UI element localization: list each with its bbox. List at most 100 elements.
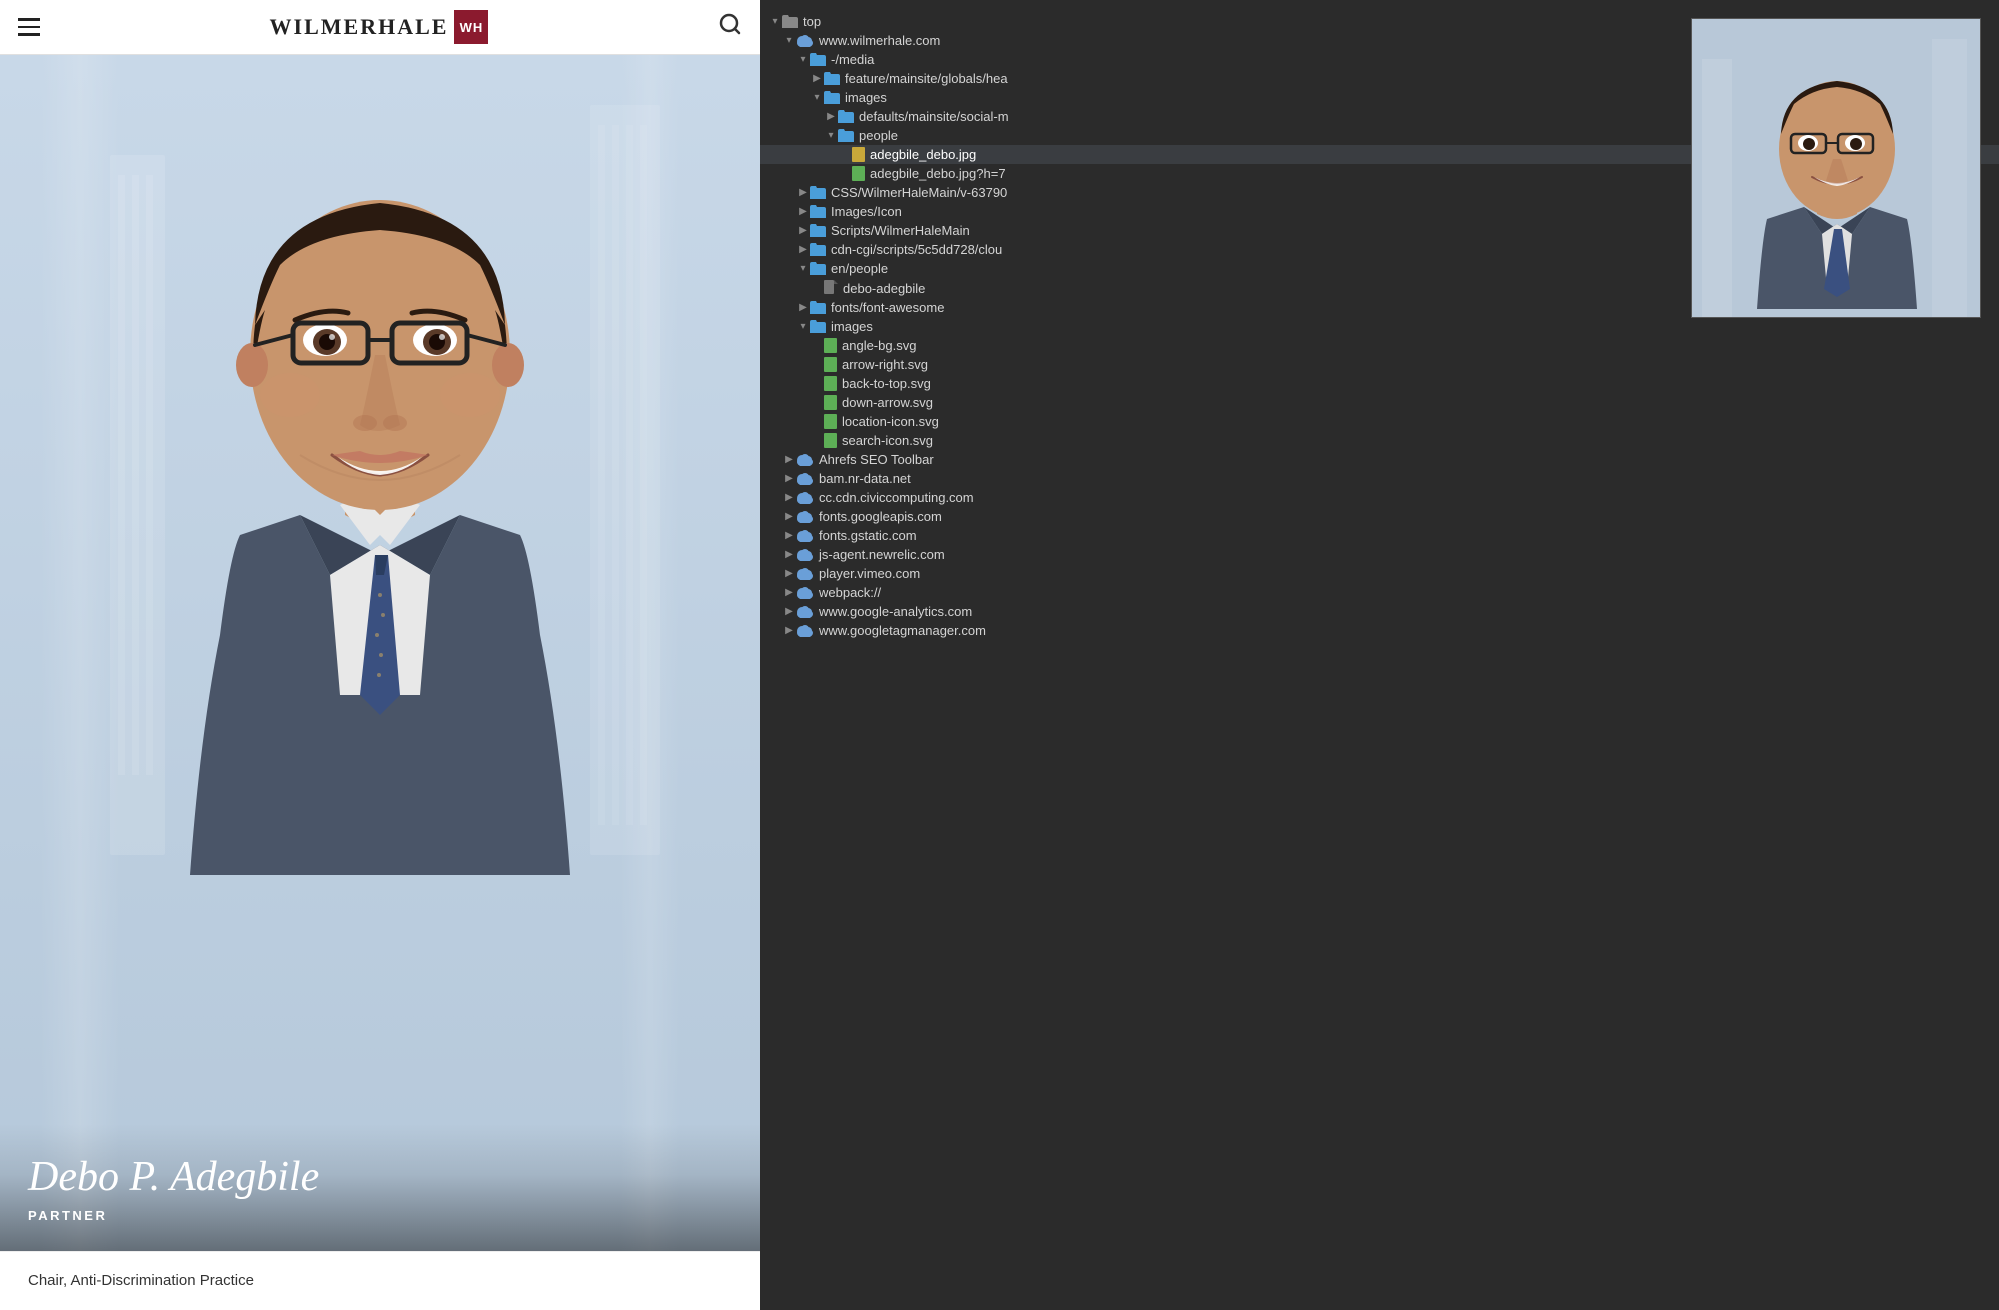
tree-node-label: arrow-right.svg [842, 357, 928, 372]
expanded-arrow[interactable]: ▾ [782, 35, 796, 46]
tree-node[interactable]: ▶ www.googletagmanager.com [760, 621, 1999, 640]
tree-node-label: Ahrefs SEO Toolbar [819, 452, 934, 467]
search-button[interactable] [718, 12, 742, 42]
person-figure [80, 55, 680, 875]
tree-node[interactable]: ▶ www.google-analytics.com [760, 602, 1999, 621]
collapsed-arrow[interactable]: ▶ [782, 625, 796, 636]
tree-node-label: en/people [831, 261, 888, 276]
tree-node[interactable]: ▶ player.vimeo.com [760, 564, 1999, 583]
collapsed-arrow[interactable]: ▶ [782, 454, 796, 465]
logo-text: WILMERHALE [270, 14, 449, 40]
expanded-arrow[interactable]: ▾ [810, 92, 824, 103]
tree-node-label: back-to-top.svg [842, 376, 931, 391]
expanded-arrow[interactable]: ▾ [824, 130, 838, 141]
cloud-icon [796, 567, 814, 580]
collapsed-arrow[interactable]: ▶ [782, 587, 796, 598]
tree-node-label: cc.cdn.civiccomputing.com [819, 490, 974, 505]
expanded-arrow[interactable]: ▾ [796, 263, 810, 274]
expanded-arrow[interactable]: ▾ [796, 321, 810, 332]
collapsed-arrow[interactable]: ▶ [796, 244, 810, 255]
folder-icon [782, 15, 798, 28]
cloud-icon [796, 472, 814, 485]
tree-node[interactable]: angle-bg.svg [760, 336, 1999, 355]
file-icon [824, 338, 837, 353]
file-icon [852, 166, 865, 181]
tree-node-label: top [803, 14, 821, 29]
expanded-arrow[interactable]: ▾ [768, 16, 782, 27]
folder-icon [838, 129, 854, 142]
tree-node-label: webpack:// [819, 585, 881, 600]
tree-node[interactable]: ▶ cc.cdn.civiccomputing.com [760, 488, 1999, 507]
collapsed-arrow[interactable]: ▶ [782, 473, 796, 484]
cloud-icon [796, 510, 814, 523]
tree-node-label: fonts.gstatic.com [819, 528, 917, 543]
cloud-icon [796, 529, 814, 542]
folder-icon [838, 110, 854, 123]
tree-node[interactable]: ▶ js-agent.newrelic.com [760, 545, 1999, 564]
tree-node-label: feature/mainsite/globals/hea [845, 71, 1008, 86]
tree-node-label: -/media [831, 52, 874, 67]
tree-node-label: js-agent.newrelic.com [819, 547, 945, 562]
logo-badge-text: WH [460, 20, 484, 35]
tree-node-label: Images/Icon [831, 204, 902, 219]
cloud-icon [796, 605, 814, 618]
folder-icon [810, 320, 826, 333]
file-icon [824, 433, 837, 448]
tree-node-label: www.wilmerhale.com [819, 33, 940, 48]
file-icon [824, 376, 837, 391]
tree-node[interactable]: arrow-right.svg [760, 355, 1999, 374]
tree-node-label: debo-adegbile [843, 281, 925, 296]
collapsed-arrow[interactable]: ▶ [782, 606, 796, 617]
tree-node-label: people [859, 128, 898, 143]
tree-node-label: location-icon.svg [842, 414, 939, 429]
tree-node-label: www.googletagmanager.com [819, 623, 986, 638]
tree-node[interactable]: location-icon.svg [760, 412, 1999, 431]
file-icon [824, 395, 837, 410]
expanded-arrow[interactable]: ▾ [796, 54, 810, 65]
tree-node-label: search-icon.svg [842, 433, 933, 448]
folder-icon [810, 301, 826, 314]
collapsed-arrow[interactable]: ▶ [796, 206, 810, 217]
folder-icon [810, 243, 826, 256]
tree-node[interactable]: ▶ bam.nr-data.net [760, 469, 1999, 488]
thumbnail-svg [1692, 19, 1980, 317]
tree-node-label: down-arrow.svg [842, 395, 933, 410]
folder-icon [810, 53, 826, 66]
collapsed-arrow[interactable]: ▶ [796, 225, 810, 236]
folder-icon [810, 205, 826, 218]
site-header: WILMERHALE WH [0, 0, 760, 55]
collapsed-arrow[interactable]: ▶ [796, 302, 810, 313]
tree-node[interactable]: ▶ fonts.gstatic.com [760, 526, 1999, 545]
collapsed-arrow[interactable]: ▶ [782, 511, 796, 522]
collapsed-arrow[interactable]: ▶ [782, 568, 796, 579]
person-name: Debo P. Adegbile [28, 1154, 732, 1200]
file-icon [824, 357, 837, 372]
file-icon [852, 147, 865, 162]
collapsed-arrow[interactable]: ▶ [782, 549, 796, 560]
tree-node[interactable]: search-icon.svg [760, 431, 1999, 450]
collapsed-arrow[interactable]: ▶ [782, 492, 796, 503]
tree-node[interactable]: ▾images [760, 317, 1999, 336]
hamburger-menu[interactable] [18, 18, 40, 36]
tree-node[interactable]: ▶ webpack:// [760, 583, 1999, 602]
tree-node[interactable]: ▶ fonts.googleapis.com [760, 507, 1999, 526]
folder-icon [824, 72, 840, 85]
tree-node-label: player.vimeo.com [819, 566, 920, 581]
right-panel-wrapper: ▾ top ▾ www.wilmerhale.com ▾ -/media ▶ feature… [760, 0, 1999, 1310]
below-hero: Chair, Anti-Discrimination Practice [0, 1251, 760, 1310]
tree-node[interactable]: ▶ Ahrefs SEO Toolbar [760, 450, 1999, 469]
tree-node-label: images [845, 90, 887, 105]
tree-node-label: fonts.googleapis.com [819, 509, 942, 524]
collapsed-arrow[interactable]: ▶ [824, 111, 838, 122]
tree-node[interactable]: back-to-top.svg [760, 374, 1999, 393]
tree-node-label: www.google-analytics.com [819, 604, 972, 619]
collapsed-arrow[interactable]: ▶ [810, 73, 824, 84]
collapsed-arrow[interactable]: ▶ [796, 187, 810, 198]
cloud-icon [796, 624, 814, 637]
cloud-icon [796, 548, 814, 561]
tree-node-label: angle-bg.svg [842, 338, 916, 353]
person-title: PARTNER [28, 1208, 732, 1223]
collapsed-arrow[interactable]: ▶ [782, 530, 796, 541]
folder-icon [824, 91, 840, 104]
tree-node[interactable]: down-arrow.svg [760, 393, 1999, 412]
